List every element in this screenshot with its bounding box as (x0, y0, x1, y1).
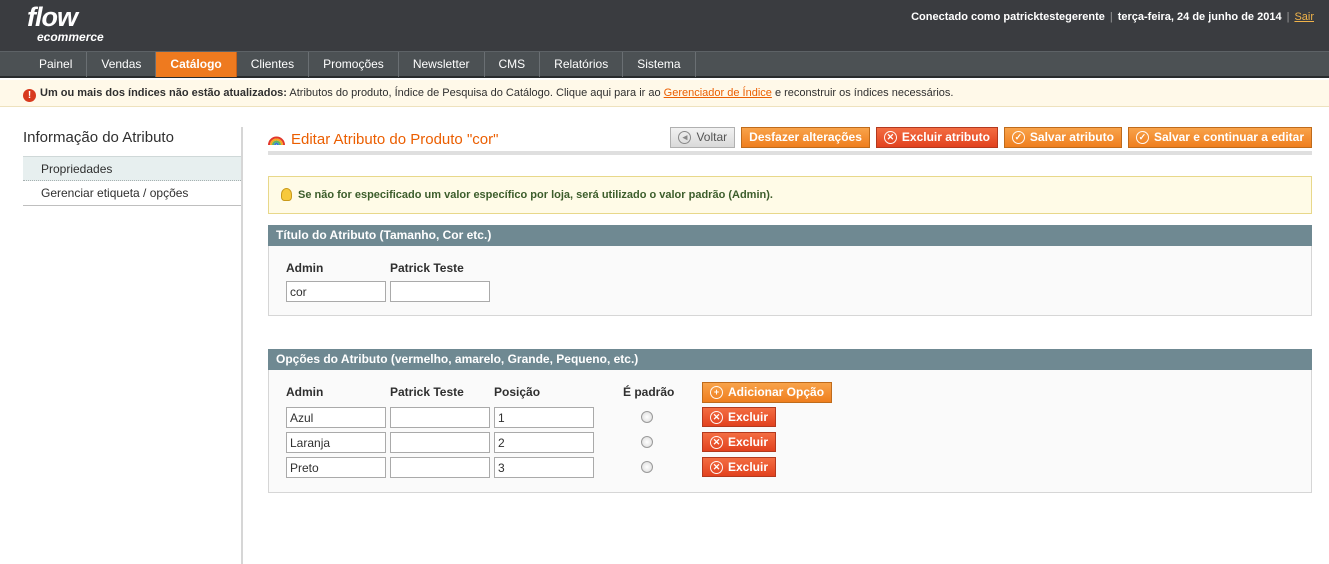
reset-button-label: Desfazer alterações (749, 130, 862, 144)
save-continue-button[interactable]: ✓ Salvar e continuar a editar (1127, 127, 1312, 148)
page-actions: ◂ Voltar Desfazer alterações ✕ Excluir atr… (670, 127, 1312, 148)
delete-x-icon: ✕ (710, 410, 723, 424)
nav-item-painel[interactable]: Painel (25, 52, 88, 77)
delete-x-icon: ✕ (710, 435, 723, 449)
save-attribute-label: Salvar atributo (1029, 130, 1114, 144)
attribute-title-section: Admin Patrick Teste (268, 246, 1312, 316)
save-continue-label: Salvar e continuar a editar (1153, 130, 1304, 144)
option-delete-label: Excluir (728, 409, 769, 424)
attribute-title-section-heading: Título do Atributo (Tamanho, Cor etc.) (268, 225, 1312, 246)
option-admin-input[interactable] (286, 457, 386, 478)
option-delete-button[interactable]: ✕ Excluir (702, 407, 777, 427)
options-col-position: Posição (494, 385, 541, 399)
main-nav: Painel Vendas Catálogo Clientes Promoçõe… (0, 51, 1329, 78)
option-store-input[interactable] (390, 407, 490, 428)
index-manager-link[interactable]: Gerenciador de Índice (664, 87, 772, 99)
current-date: terça-feira, 24 de junho de 2014 (1117, 11, 1282, 23)
reset-button[interactable]: Desfazer alterações (741, 127, 870, 148)
attribute-options-section-heading: Opções do Atributo (vermelho, amarelo, G… (268, 349, 1312, 370)
logo-sub-text: ecommerce (37, 30, 104, 44)
admin-header: flow ecommerce Conectado como patricktes… (0, 0, 1329, 51)
sidebar-tab-properties[interactable]: Propriedades (23, 156, 241, 181)
title-admin-input[interactable] (286, 281, 386, 302)
option-delete-button[interactable]: ✕ Excluir (702, 457, 777, 477)
notice-text-after: e reconstruir os índices necessários. (771, 87, 954, 99)
option-admin-input[interactable] (286, 407, 386, 428)
option-store-input[interactable] (390, 457, 490, 478)
delete-x-icon: ✕ (883, 131, 897, 144)
save-attribute-button[interactable]: ✓ Salvar atributo (1003, 127, 1122, 148)
flow-ecommerce-logo[interactable]: flow ecommerce (27, 2, 104, 44)
default-value-tip: Se não for especificado um valor específ… (268, 176, 1312, 214)
nav-item-clientes[interactable]: Clientes (237, 52, 310, 77)
option-store-input[interactable] (390, 432, 490, 453)
plus-icon: + (710, 386, 723, 399)
page-title-text: Editar Atributo do Produto "cor" (291, 131, 499, 148)
option-default-radio[interactable] (641, 436, 653, 448)
error-icon: ! (23, 89, 36, 102)
lightbulb-icon (281, 188, 292, 201)
delete-x-icon: ✕ (710, 460, 723, 474)
main-nav-items: Painel Vendas Catálogo Clientes Promoçõe… (25, 52, 696, 77)
option-position-input[interactable] (494, 407, 594, 428)
notice-bold-text: Um ou mais dos índices não estão atualiz… (40, 87, 287, 99)
options-col-admin: Admin (286, 385, 324, 399)
options-col-default: É padrão (623, 385, 675, 399)
add-option-label: Adicionar Opção (728, 385, 825, 399)
option-default-radio[interactable] (641, 461, 653, 473)
logged-in-user: Conectado como patricktestegerente (911, 11, 1105, 23)
option-delete-label: Excluir (728, 459, 769, 474)
nav-item-promocoes[interactable]: Promoções (309, 52, 399, 77)
option-admin-input[interactable] (286, 432, 386, 453)
delete-attribute-label: Excluir atributo (901, 130, 990, 144)
logout-link[interactable]: Sair (1294, 11, 1314, 23)
add-option-button[interactable]: + Adicionar Opção (702, 382, 833, 403)
attribute-options-section: Admin Patrick Teste Posição É padrão + Ad… (268, 370, 1312, 493)
back-button[interactable]: ◂ Voltar (670, 127, 736, 148)
option-default-radio[interactable] (641, 411, 653, 423)
sidebar: Informação do Atributo Propriedades Gere… (23, 127, 243, 564)
sidebar-title: Informação do Atributo (23, 129, 174, 146)
nav-item-relatorios[interactable]: Relatórios (540, 52, 624, 77)
nav-item-cms[interactable]: CMS (485, 52, 541, 77)
nav-item-sistema[interactable]: Sistema (623, 52, 696, 77)
title-store-input[interactable] (390, 281, 490, 302)
notice-text: Atributos do produto, Índice de Pesquisa… (286, 87, 664, 99)
delete-attribute-button[interactable]: ✕ Excluir atributo (875, 127, 998, 148)
header-user-info: Conectado como patricktestegerente | terça… (911, 11, 1314, 23)
index-notice-bar: ! Um ou mais dos índices não estão atuali… (0, 80, 1329, 107)
nav-item-catalogo[interactable]: Catálogo (156, 52, 237, 77)
title-col-admin: Admin (286, 261, 324, 275)
options-col-store: Patrick Teste (390, 385, 464, 399)
option-delete-button[interactable]: ✕ Excluir (702, 432, 777, 452)
page-title: Editar Atributo do Produto "cor" (268, 131, 498, 148)
nav-item-vendas[interactable]: Vendas (87, 52, 157, 77)
check-icon: ✓ (1011, 131, 1025, 144)
main-content: Editar Atributo do Produto "cor" ◂ Voltar… (268, 127, 1312, 493)
nav-item-newsletter[interactable]: Newsletter (399, 52, 485, 77)
back-button-label: Voltar (696, 130, 728, 144)
page-title-row: Editar Atributo do Produto "cor" ◂ Voltar… (268, 127, 1312, 155)
option-position-input[interactable] (494, 457, 594, 478)
option-position-input[interactable] (494, 432, 594, 453)
sidebar-tab-manage-labels[interactable]: Gerenciar etiqueta / opções (23, 181, 241, 206)
rainbow-icon (268, 136, 285, 146)
option-delete-label: Excluir (728, 434, 769, 449)
back-arrow-icon: ◂ (678, 131, 692, 144)
title-col-store: Patrick Teste (390, 261, 464, 275)
tip-text: Se não for especificado um valor específ… (298, 189, 773, 201)
logo-main-text: flow (27, 2, 78, 32)
check-icon: ✓ (1135, 131, 1149, 144)
